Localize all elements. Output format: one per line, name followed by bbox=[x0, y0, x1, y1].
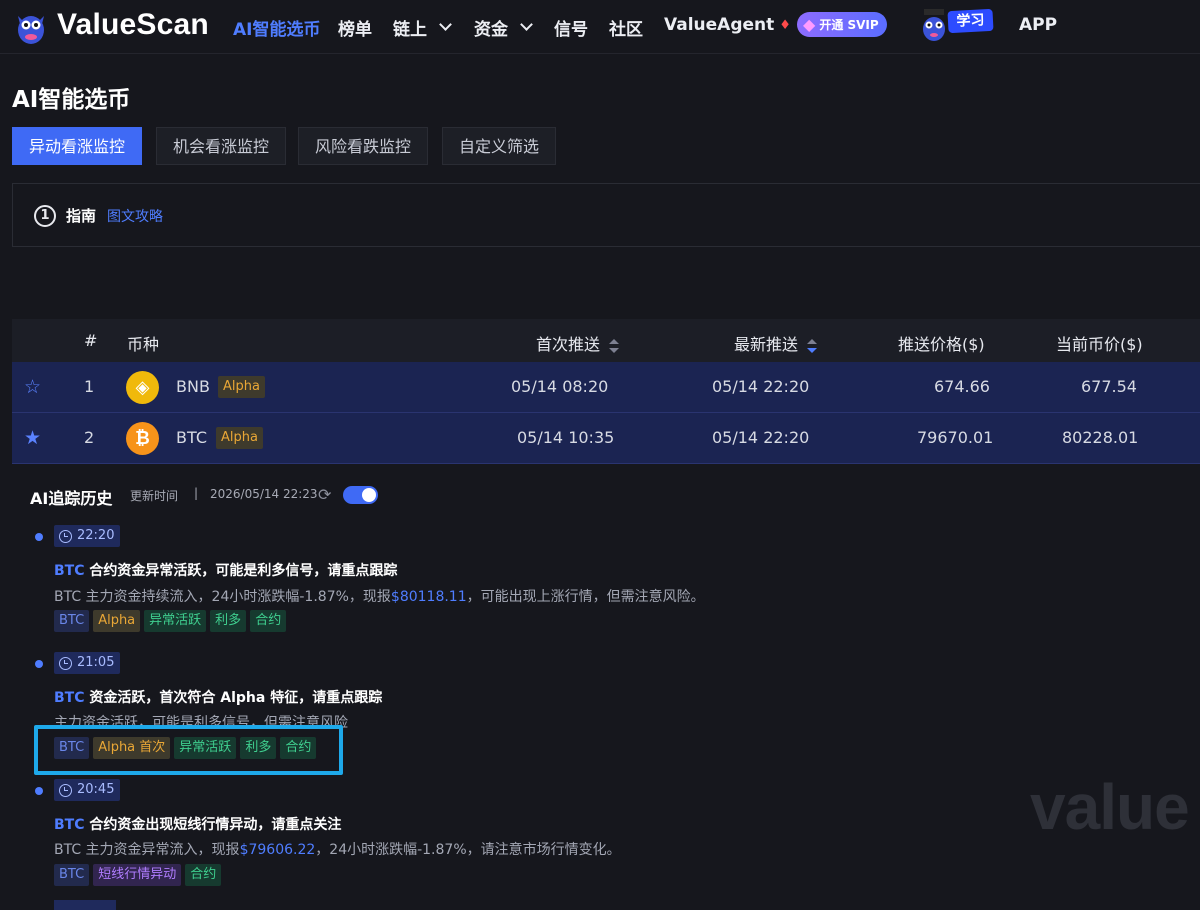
tab-anomaly-bullish[interactable]: 异动看涨监控 bbox=[12, 127, 143, 165]
timeline-dot bbox=[35, 787, 43, 795]
col-first-push[interactable]: 首次推送 bbox=[536, 331, 620, 355]
time-badge bbox=[54, 900, 116, 910]
table-row[interactable]: ★ 2 ₿ BTC Alpha 05/14 10:35 05/14 22:20 … bbox=[12, 413, 1200, 464]
table-row[interactable]: ☆ 1 ◈ BNB Alpha 05/14 08:20 05/14 22:20 … bbox=[12, 362, 1200, 413]
nav-funds[interactable]: 资金 bbox=[474, 15, 533, 40]
svip-button[interactable]: ◆ 开通 SVIP bbox=[797, 12, 887, 37]
sort-icon bbox=[609, 338, 620, 353]
top-nav: ValueScan AI智能选币 榜单 链上 资金 信号 社区 ValueAge… bbox=[0, 0, 1200, 54]
latest-push-time: 05/14 22:20 bbox=[712, 428, 810, 447]
chevron-down-icon bbox=[520, 18, 533, 31]
nav-onchain[interactable]: 链上 bbox=[393, 15, 452, 40]
col-current-price: 当前币价($) bbox=[1056, 335, 1143, 354]
divider: | bbox=[194, 486, 199, 500]
current-price: 677.54 bbox=[1081, 377, 1137, 396]
sort-desc-icon bbox=[807, 338, 818, 353]
timeline-dot bbox=[35, 533, 43, 541]
nav-signals[interactable]: 信号 bbox=[554, 15, 588, 40]
time-badge: 22:20 bbox=[54, 525, 121, 547]
bnb-coin-icon: ◈ bbox=[126, 371, 159, 404]
col-latest-push[interactable]: 最新推送 bbox=[734, 331, 818, 355]
guide-link[interactable]: 图文攻略 bbox=[107, 206, 163, 226]
btc-coin-icon: ₿ bbox=[126, 422, 159, 455]
first-push-time: 05/14 10:35 bbox=[517, 428, 615, 447]
nav-valueagent[interactable]: ValueAgent ♦ bbox=[664, 15, 791, 35]
tag-list: BTC 短线行情异动 合约 bbox=[54, 864, 222, 886]
entry-desc: BTC 主力资金持续流入，24小时涨跌幅-1.87%，现报$80118.11，可… bbox=[54, 589, 705, 605]
coin-symbol[interactable]: BTC bbox=[176, 428, 207, 447]
push-price: 674.66 bbox=[934, 377, 990, 396]
row-index: 1 bbox=[84, 377, 95, 396]
guide-panel: 1 指南 图文攻略 bbox=[12, 183, 1200, 247]
nav-community[interactable]: 社区 bbox=[609, 15, 643, 40]
highlight-box bbox=[34, 725, 343, 775]
tab-risk-bearish[interactable]: 风险看跌监控 bbox=[298, 127, 429, 165]
tag: 合约 bbox=[185, 864, 222, 886]
auto-refresh-toggle[interactable] bbox=[343, 486, 378, 504]
alpha-tag: Alpha bbox=[218, 376, 265, 398]
page-title: AI智能选币 bbox=[12, 87, 131, 113]
tag: 合约 bbox=[250, 610, 287, 632]
row-index: 2 bbox=[84, 428, 95, 447]
learn-button[interactable]: 学习 bbox=[947, 8, 994, 34]
tag: Alpha bbox=[93, 610, 141, 632]
nav-ai-select[interactable]: AI智能选币 bbox=[233, 15, 320, 40]
coin-table: # 币种 首次推送 最新推送 推送价格($) 当前币价($) ☆ 1 ◈ BNB… bbox=[12, 319, 1200, 464]
tag: 短线行情异动 bbox=[93, 864, 182, 886]
updated-label: 更新时间 bbox=[130, 489, 179, 503]
refresh-icon[interactable]: ⟳ bbox=[318, 485, 331, 504]
col-index: # bbox=[84, 331, 98, 350]
mascot-icon[interactable] bbox=[919, 7, 949, 43]
entry-desc: BTC 主力资金异常流入，现报$79606.22，24小时涨跌幅-1.87%，请… bbox=[54, 842, 621, 858]
hot-fire-icon: ♦ bbox=[779, 17, 791, 33]
logo-text[interactable]: ValueScan bbox=[57, 8, 209, 42]
time-badge: 20:45 bbox=[54, 779, 121, 801]
tab-opportunity-bullish[interactable]: 机会看涨监控 bbox=[156, 127, 287, 165]
updated-time: 2026/05/14 22:23 bbox=[210, 487, 318, 501]
diamond-icon: ◆ bbox=[803, 15, 816, 34]
tag-list: BTC Alpha 异常活跃 利多 合约 bbox=[54, 610, 287, 632]
chevron-down-icon bbox=[439, 18, 452, 31]
clock-icon bbox=[59, 656, 72, 670]
nav-rankings[interactable]: 榜单 bbox=[338, 15, 372, 40]
alpha-tag: Alpha bbox=[216, 427, 263, 449]
tag: BTC bbox=[54, 864, 90, 886]
watermark: value bbox=[1030, 771, 1190, 843]
history-title: AI追踪历史 bbox=[30, 489, 113, 508]
table-header: # 币种 首次推送 最新推送 推送价格($) 当前币价($) bbox=[12, 319, 1200, 362]
star-outline-icon[interactable]: ☆ bbox=[24, 376, 41, 398]
timeline-dot bbox=[35, 660, 43, 668]
tag: 利多 bbox=[210, 610, 247, 632]
first-push-time: 05/14 08:20 bbox=[511, 377, 609, 396]
entry-title[interactable]: BTC 合约资金异常活跃，可能是利多信号，请重点跟踪 bbox=[54, 560, 397, 580]
valuescan-logo-icon[interactable] bbox=[14, 8, 48, 46]
nav-app[interactable]: APP bbox=[1019, 15, 1057, 35]
latest-push-time: 05/14 22:20 bbox=[712, 377, 810, 396]
entry-title[interactable]: BTC 资金活跃，首次符合 Alpha 特征，请重点跟踪 bbox=[54, 687, 382, 707]
star-filled-icon[interactable]: ★ bbox=[24, 427, 41, 449]
push-price: 79670.01 bbox=[917, 428, 994, 447]
tag: BTC bbox=[54, 610, 90, 632]
coin-symbol[interactable]: BNB bbox=[176, 377, 210, 396]
tab-custom-filter[interactable]: 自定义筛选 bbox=[442, 127, 557, 165]
entry-title[interactable]: BTC 合约资金出现短线行情异动，请重点关注 bbox=[54, 814, 341, 834]
col-coin: 币种 bbox=[127, 335, 160, 354]
guide-label: 指南 bbox=[66, 207, 97, 225]
clock-icon bbox=[59, 783, 72, 797]
current-price: 80228.01 bbox=[1062, 428, 1139, 447]
guide-step-icon: 1 bbox=[34, 205, 56, 227]
time-badge: 21:05 bbox=[54, 652, 121, 674]
col-push-price: 推送价格($) bbox=[898, 335, 985, 354]
clock-icon bbox=[59, 529, 72, 543]
tag: 异常活跃 bbox=[144, 610, 207, 632]
